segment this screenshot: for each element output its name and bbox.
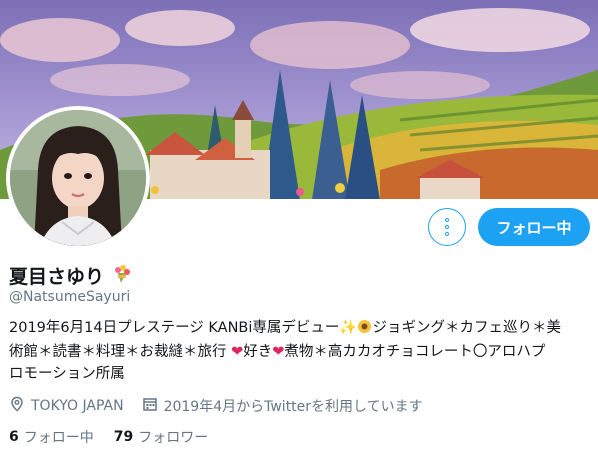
location: TOKYO JAPAN: [9, 396, 124, 416]
sparkles-icon: ✨: [339, 320, 358, 336]
followers-label: フォロワー: [138, 430, 209, 446]
more-options-button[interactable]: [428, 208, 466, 246]
following-link[interactable]: 6 フォロー中: [9, 427, 94, 447]
bio-line-1: 2019年6月14日プレステージ KANBi専属デビュー✨ ジョギング＊カフェ巡り…: [9, 317, 589, 341]
profile-meta: TOKYO JAPAN 2019年4月からTwitterを利用しています: [9, 396, 441, 416]
avatar-frame: [6, 106, 150, 250]
bouquet-icon: [112, 264, 132, 288]
profile-name-row: 夏目さゆり: [9, 262, 132, 289]
following-count: 6: [9, 429, 19, 445]
followers-count: 79: [113, 429, 134, 445]
profile-bio: 2019年6月14日プレステージ KANBi専属デビュー✨ ジョギング＊カフェ巡り…: [9, 317, 589, 385]
followers-link[interactable]: 79 フォロワー: [114, 427, 208, 447]
more-icon: [445, 218, 449, 236]
heart-icon: ❤: [272, 344, 285, 360]
user-handle: @NatsumeSayuri: [9, 289, 131, 305]
calendar-icon: [142, 396, 158, 416]
location-pin-icon: [9, 396, 25, 416]
join-date: 2019年4月からTwitterを利用しています: [142, 396, 423, 416]
display-name: 夏目さゆり: [9, 266, 105, 288]
heart-icon: ❤: [231, 344, 244, 360]
sunflower-icon: [357, 319, 372, 341]
following-label: フォロー中: [23, 430, 94, 446]
avatar[interactable]: [10, 110, 146, 246]
follow-stats: 6 フォロー中 79 フォロワー: [9, 427, 228, 447]
bio-line-2: 術館＊読書＊料理＊お裁縫＊旅行 ❤好き❤煮物＊高カカオチョコレート〇アロハプ: [9, 344, 546, 360]
following-button[interactable]: フォロー中: [478, 208, 590, 246]
bio-line-3: ロモーション所属: [9, 366, 125, 382]
